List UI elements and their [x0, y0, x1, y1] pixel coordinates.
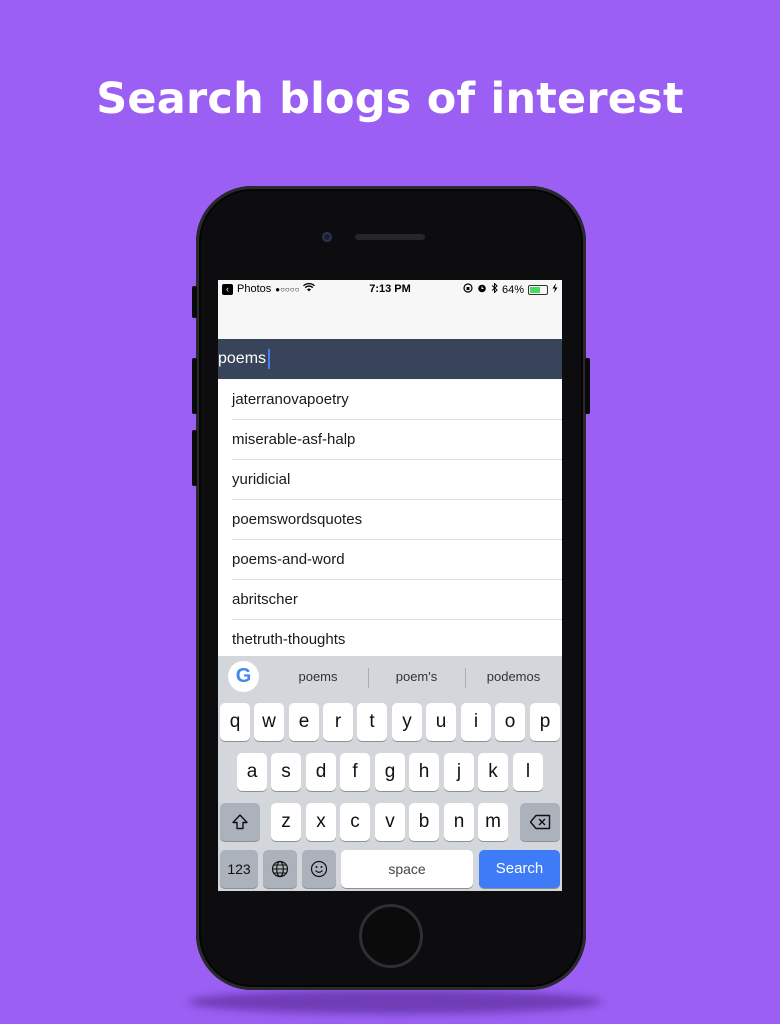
result-item[interactable]: jaterranovapoetry: [218, 380, 562, 420]
earpiece-speaker: [355, 234, 425, 240]
key-m[interactable]: m: [478, 803, 508, 841]
text-caret: [268, 349, 270, 369]
key-h[interactable]: h: [409, 753, 439, 791]
bluetooth-icon: [491, 282, 498, 296]
key-e[interactable]: e: [289, 703, 319, 741]
result-item[interactable]: yuridicial: [218, 460, 562, 500]
key-y[interactable]: y: [392, 703, 422, 741]
phone-screen: ‹ Photos ●○○○○ 7:13 PM 64% poems jaterra…: [218, 280, 562, 891]
charging-icon: [552, 283, 558, 296]
emoji-key[interactable]: [302, 850, 336, 888]
key-g[interactable]: g: [375, 753, 405, 791]
headline: Search blogs of interest: [96, 74, 684, 124]
alarm-icon: [477, 283, 487, 296]
key-t[interactable]: t: [357, 703, 387, 741]
key-b[interactable]: b: [409, 803, 439, 841]
key-l[interactable]: l: [513, 753, 543, 791]
volume-down-button: [192, 430, 197, 486]
key-z[interactable]: z: [271, 803, 301, 841]
key-a[interactable]: a: [237, 753, 267, 791]
result-item[interactable]: poemswordsquotes: [218, 500, 562, 540]
lock-rotation-icon: [463, 283, 473, 296]
key-d[interactable]: d: [306, 753, 336, 791]
key-x[interactable]: x: [306, 803, 336, 841]
power-button: [585, 358, 590, 414]
key-p[interactable]: p: [530, 703, 560, 741]
suggestion-1[interactable]: poems: [268, 656, 368, 698]
key-j[interactable]: j: [444, 753, 474, 791]
globe-icon: [271, 858, 289, 879]
emoji-icon: [310, 858, 328, 879]
key-u[interactable]: u: [426, 703, 456, 741]
key-f[interactable]: f: [340, 753, 370, 791]
keyboard: G poems poem's podemos q w e r t y u i o…: [218, 656, 562, 891]
globe-key[interactable]: [263, 850, 297, 888]
suggestion-bar: G poems poem's podemos: [218, 656, 562, 698]
key-q[interactable]: q: [220, 703, 250, 741]
result-item[interactable]: thetruth-thoughts: [218, 620, 562, 660]
suggestion-2[interactable]: poem's: [368, 656, 465, 698]
volume-up-button: [192, 358, 197, 414]
key-s[interactable]: s: [271, 753, 301, 791]
shift-key[interactable]: [220, 803, 260, 841]
key-r[interactable]: r: [323, 703, 353, 741]
home-button[interactable]: [359, 904, 423, 968]
result-item[interactable]: poems-and-word: [218, 540, 562, 580]
key-v[interactable]: v: [375, 803, 405, 841]
battery-percent: 64%: [501, 283, 524, 296]
delete-key[interactable]: [520, 803, 560, 841]
search-button[interactable]: Search: [479, 850, 560, 888]
key-c[interactable]: c: [340, 803, 370, 841]
results-list: jaterranovapoetry miserable-asf-halp yur…: [218, 380, 562, 660]
backspace-icon: [529, 811, 551, 832]
key-o[interactable]: o: [495, 703, 525, 741]
search-bar[interactable]: [218, 339, 562, 379]
google-icon[interactable]: G: [228, 661, 259, 692]
result-item[interactable]: abritscher: [218, 580, 562, 620]
space-key[interactable]: space: [341, 850, 473, 888]
key-w[interactable]: w: [254, 703, 284, 741]
status-bar: ‹ Photos ●○○○○ 7:13 PM 64%: [218, 280, 562, 300]
suggestion-3[interactable]: podemos: [465, 656, 562, 698]
front-camera: [322, 232, 332, 242]
key-n[interactable]: n: [444, 803, 474, 841]
key-i[interactable]: i: [461, 703, 491, 741]
result-item[interactable]: miserable-asf-halp: [218, 420, 562, 460]
numbers-key[interactable]: 123: [220, 850, 258, 888]
key-k[interactable]: k: [478, 753, 508, 791]
phone-shadow: [188, 990, 602, 1014]
shift-icon: [231, 811, 249, 832]
battery-icon: [528, 284, 548, 295]
mute-switch: [192, 286, 197, 318]
